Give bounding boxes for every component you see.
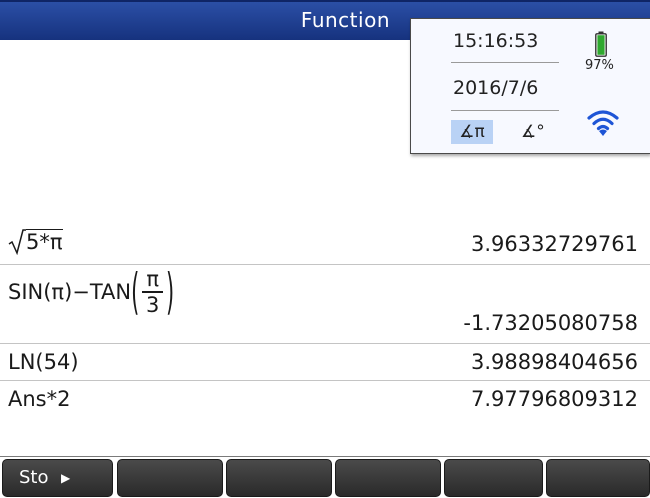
entry-line[interactable]	[0, 426, 650, 456]
softkey-2[interactable]	[117, 459, 223, 497]
angle-degrees-toggle[interactable]: ∡°	[521, 120, 545, 144]
softkey-5[interactable]	[444, 459, 543, 497]
status-divider	[451, 110, 559, 111]
history-result: 3.98898404656	[470, 350, 638, 374]
history-result: -1.73205080758	[463, 311, 638, 335]
square-root-symbol	[8, 229, 26, 255]
history-row[interactable]: Ans*2 7.97796809312	[0, 381, 650, 417]
app-title: Function	[300, 8, 390, 32]
clock-date: 2016/7/6	[453, 77, 539, 99]
clock-time: 15:16:53	[453, 30, 539, 52]
history-result: 7.97796809312	[470, 387, 638, 411]
angle-radians-toggle[interactable]: ∡π	[451, 120, 493, 144]
battery-percent: 97%	[585, 58, 614, 73]
history-expression: LN(54)	[8, 350, 79, 374]
softkey-4[interactable]	[335, 459, 441, 497]
status-divider	[451, 62, 559, 63]
fraction: π 3	[142, 267, 163, 317]
softkey-menu: Sto ▶	[0, 458, 650, 498]
status-panel: 15:16:53 2016/7/6 ∡π ∡° 97%	[410, 18, 650, 154]
history-row[interactable]: SIN(π)−TAN ( π 3 ) -1.73205080758	[0, 263, 650, 343]
entry-divider	[0, 456, 650, 457]
softkey-6[interactable]	[546, 459, 650, 497]
sto-softkey[interactable]: Sto ▶	[2, 459, 113, 497]
history-result: 3.96332729761	[470, 232, 638, 256]
history-expression: SIN(π)−TAN ( π 3 )	[8, 263, 175, 320]
wifi-icon	[587, 110, 619, 136]
history-row[interactable]: 5*π 3.96332729761	[0, 224, 650, 264]
history-expression: 5*π	[8, 229, 63, 260]
submenu-arrow-icon: ▶	[61, 471, 71, 485]
battery-icon	[595, 31, 607, 57]
history-expression: Ans*2	[8, 387, 71, 411]
history-row[interactable]: LN(54) 3.98898404656	[0, 344, 650, 380]
softkey-3[interactable]	[226, 459, 332, 497]
